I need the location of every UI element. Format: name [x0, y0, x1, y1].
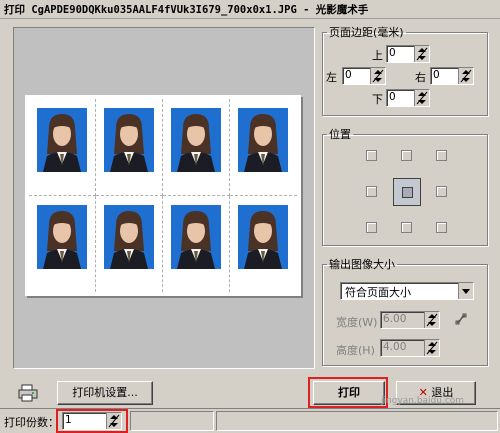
print-button-highlight: [308, 377, 388, 408]
chevron-down-icon[interactable]: [458, 283, 473, 299]
photo-cell: [29, 195, 96, 292]
spinner-arrows-icon[interactable]: [424, 340, 439, 356]
margin-right-label: 右: [415, 71, 426, 84]
margin-right-value: 0: [433, 69, 440, 81]
photo-cell: [96, 195, 163, 292]
portrait-photo: [104, 108, 154, 172]
portrait-photo: [238, 204, 288, 269]
output-size-mode-select[interactable]: 符合页面大小: [340, 282, 474, 300]
title-bar: 打印 CgAPDE90DQKku035AALF4fVUk3I679_700x0x…: [0, 0, 500, 19]
position-top-center[interactable]: [401, 150, 412, 161]
photo-cell: [29, 99, 96, 196]
window-title: 打印 CgAPDE90DQKku035AALF4fVUk3I679_700x0x…: [4, 4, 369, 16]
position-top-right[interactable]: [436, 150, 447, 161]
portrait-photo: [37, 204, 87, 269]
portrait-photo: [238, 108, 288, 172]
position-legend: 位置: [329, 128, 351, 141]
height-label: 高度(H): [336, 344, 375, 357]
print-preview-area: [13, 27, 315, 369]
margin-bottom-label: 下: [372, 93, 383, 106]
position-bottom-right[interactable]: [436, 222, 447, 233]
printer-settings-button[interactable]: 打印机设置...: [57, 381, 153, 405]
margin-bottom-spinner[interactable]: 0: [386, 89, 430, 107]
position-center[interactable]: [393, 178, 421, 206]
height-value: 4.00: [383, 341, 407, 353]
margin-top-value: 0: [389, 47, 396, 59]
copies-highlight: [56, 409, 128, 433]
position-top-left[interactable]: [366, 150, 377, 161]
margin-left-value: 0: [345, 69, 352, 81]
output-size-mode-value: 符合页面大小: [345, 286, 411, 299]
portrait-photo: [171, 108, 221, 172]
width-spinner[interactable]: 6.00: [380, 311, 440, 329]
spinner-arrows-icon[interactable]: [458, 68, 473, 84]
photo-cell: [230, 196, 297, 293]
margin-bottom-value: 0: [389, 91, 396, 103]
link-aspect-icon[interactable]: [454, 312, 468, 329]
photo-grid: [29, 99, 297, 292]
spinner-arrows-icon[interactable]: [414, 46, 429, 62]
position-bottom-center[interactable]: [401, 222, 412, 233]
position-center-marker: [402, 187, 413, 198]
width-label: 宽度(W): [336, 316, 378, 329]
photo-cell: [163, 99, 230, 196]
margin-left-spinner[interactable]: 0: [342, 67, 386, 85]
position-middle-right[interactable]: [436, 186, 447, 197]
position-bottom-left[interactable]: [366, 222, 377, 233]
spinner-arrows-icon[interactable]: [370, 68, 385, 84]
margins-legend: 页面边距(毫米): [329, 26, 404, 39]
margin-left-label: 左: [326, 71, 337, 84]
spinner-arrows-icon[interactable]: [424, 312, 439, 328]
portrait-photo: [104, 204, 154, 269]
status-field-1: [130, 411, 214, 431]
output-size-legend: 输出图像大小: [329, 258, 395, 271]
copies-label: 打印份数：: [4, 416, 59, 429]
spinner-arrows-icon[interactable]: [414, 90, 429, 106]
width-value: 6.00: [383, 313, 407, 325]
preview-paper: [25, 95, 301, 296]
printer-icon[interactable]: [18, 384, 38, 405]
status-bar: 打印份数： 1: [0, 408, 500, 433]
status-field-2: [216, 411, 498, 431]
photo-cell: [163, 195, 230, 292]
margin-right-spinner[interactable]: 0: [430, 67, 474, 85]
watermark-text: jingyan.baidu.com: [381, 396, 465, 406]
position-middle-left[interactable]: [366, 186, 377, 197]
margin-top-spinner[interactable]: 0: [386, 45, 430, 63]
height-spinner[interactable]: 4.00: [380, 339, 440, 357]
portrait-photo: [171, 204, 221, 269]
photo-cell: [230, 99, 297, 196]
photo-cell: [96, 99, 163, 196]
margin-top-label: 上: [372, 49, 383, 62]
portrait-photo: [37, 108, 87, 172]
